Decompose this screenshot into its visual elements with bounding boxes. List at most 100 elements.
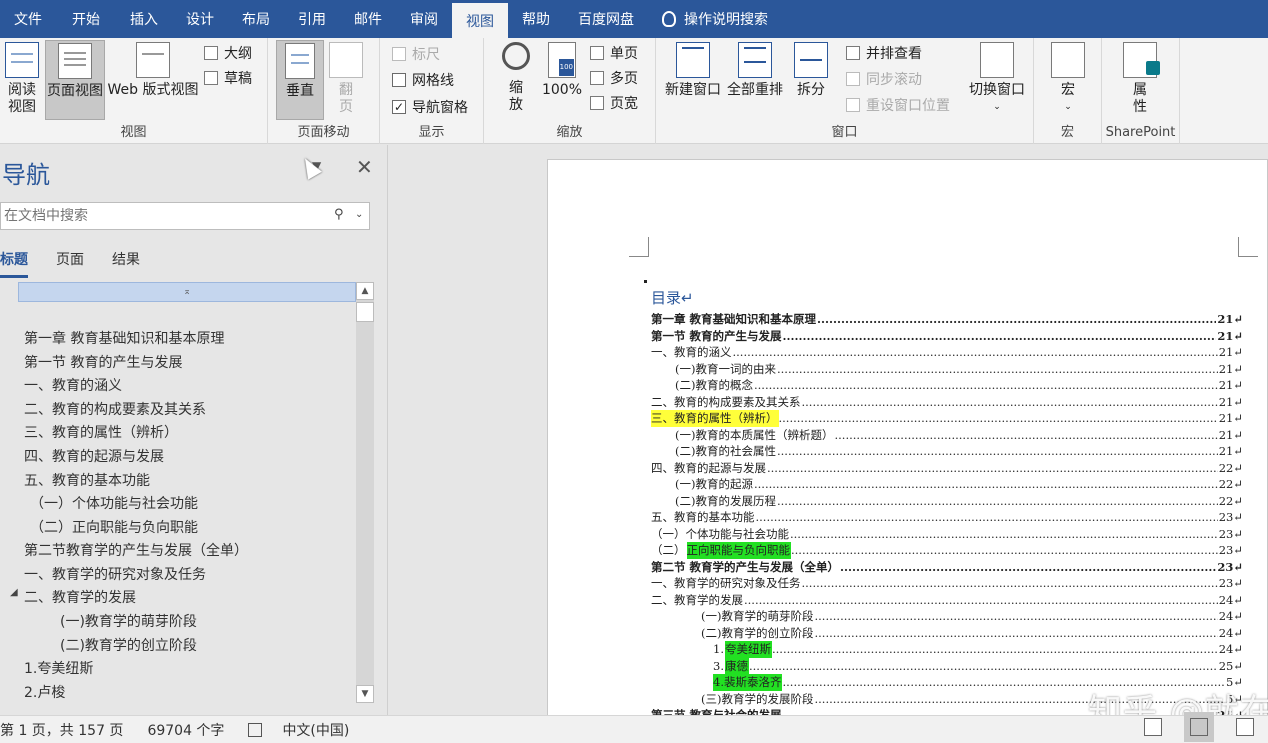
scroll-down-arrow-icon[interactable]: ▼: [356, 685, 374, 703]
toc-entry[interactable]: (一)教育的起源22↵: [651, 476, 1243, 493]
language-indicator[interactable]: 中文(中国): [282, 720, 349, 740]
reset-window-position-button[interactable]: 重设窗口位置: [846, 94, 950, 116]
sync-scroll-button[interactable]: 同步滚动: [846, 68, 922, 90]
heading-item[interactable]: 四、教育的起源与发展: [24, 446, 164, 466]
read-mode-icon[interactable]: [1144, 718, 1162, 736]
tab-help[interactable]: 帮助: [508, 0, 564, 38]
heading-item[interactable]: 第一章 教育基础知识和基本原理: [24, 328, 224, 348]
page-count[interactable]: 第 1 页，共 157 页: [0, 720, 123, 740]
web-layout-button[interactable]: Web 版式视图: [107, 42, 199, 99]
scroll-up-arrow-icon[interactable]: ▲: [356, 282, 374, 300]
toc-entry[interactable]: 一、教育的涵义21↵: [651, 344, 1243, 361]
search-input[interactable]: [4, 208, 324, 224]
tab-home[interactable]: 开始: [56, 0, 116, 38]
search-icon[interactable]: ⚲: [334, 207, 344, 222]
draft-button[interactable]: 草稿: [204, 67, 252, 89]
tab-headings[interactable]: 标题: [0, 249, 28, 278]
tab-view[interactable]: 视图: [452, 3, 508, 38]
properties-button[interactable]: 属 性: [1122, 42, 1160, 116]
toc-entry[interactable]: 二、教育的构成要素及其关系21↵: [651, 394, 1243, 411]
toc-entry[interactable]: 二、教育学的发展24↵: [651, 592, 1243, 609]
heading-item[interactable]: 五、教育的基本功能: [24, 470, 150, 490]
close-icon[interactable]: ✕: [356, 155, 373, 179]
toc-entry[interactable]: (一)教育的本质属性（辨析题）21↵: [651, 427, 1243, 444]
tab-references[interactable]: 引用: [284, 0, 340, 38]
toc-entry-highlighted[interactable]: 1.夸美纽斯24↵: [651, 641, 1243, 658]
heading-item[interactable]: ◢ 二、教育学的发展: [10, 587, 136, 607]
expanded-triangle-icon[interactable]: ◢: [10, 587, 18, 598]
toc-entry[interactable]: 第一节 教育的产生与发展21↵: [651, 328, 1243, 345]
tab-mailings[interactable]: 邮件: [340, 0, 396, 38]
document-area: 目录↵ 第一章 教育基础知识和基本原理21↵ 第一节 教育的产生与发展21↵ 一…: [389, 145, 1268, 715]
heading-item[interactable]: 1.夸美纽斯: [24, 658, 93, 678]
scrollbar-thumb[interactable]: [356, 302, 374, 322]
proofing-icon[interactable]: [248, 722, 263, 737]
print-layout-icon[interactable]: [1184, 712, 1214, 742]
tab-results[interactable]: 结果: [112, 249, 140, 278]
tab-file[interactable]: 文件: [0, 0, 56, 38]
ruler-check-box: [392, 47, 406, 61]
tab-baidu-netdisk[interactable]: 百度网盘: [564, 0, 648, 38]
one-page-button[interactable]: 单页: [590, 42, 638, 64]
toc-entry-highlighted[interactable]: （二）正向职能与负向职能23↵: [651, 542, 1243, 559]
heading-item[interactable]: （一）个体功能与社会功能: [30, 493, 198, 513]
toc-entry-highlighted[interactable]: 3.康德25↵: [651, 657, 1243, 675]
tab-review[interactable]: 审阅: [396, 0, 452, 38]
side-to-side-button[interactable]: 翻 页: [328, 42, 364, 116]
navigation-pane-checkbox[interactable]: ✓ 导航窗格: [392, 96, 468, 118]
toc-entry-highlighted[interactable]: 三、教育的属性（辨析）21↵: [651, 410, 1243, 427]
split-button[interactable]: 拆分: [790, 42, 832, 99]
tab-pages[interactable]: 页面: [56, 249, 84, 278]
tell-me-search[interactable]: 操作说明搜索: [648, 0, 782, 38]
toc-entry[interactable]: 四、教育的起源与发展22↵: [651, 460, 1243, 477]
macros-button[interactable]: 宏 ⌄: [1050, 42, 1086, 116]
tab-layout[interactable]: 布局: [228, 0, 284, 38]
one-page-icon: [590, 46, 604, 60]
heading-item[interactable]: 三、教育的属性（辨析）: [24, 422, 178, 442]
toc-entry[interactable]: (二)教育的发展历程22↵: [651, 493, 1243, 510]
gridlines-checkbox[interactable]: 网格线: [392, 69, 454, 91]
heading-item[interactable]: (一)教育学的萌芽阶段: [60, 611, 197, 631]
toc-entry[interactable]: (二)教育的概念21↵: [651, 377, 1243, 394]
view-side-by-side-button[interactable]: 并排查看: [846, 42, 922, 64]
toc-entry[interactable]: 五、教育的基本功能23↵: [651, 509, 1243, 526]
toc-entry[interactable]: (二)教育的社会属性21↵: [651, 443, 1243, 460]
heading-item[interactable]: 第一节 教育的产生与发展: [24, 352, 182, 372]
heading-item[interactable]: (二)教育学的创立阶段: [60, 635, 197, 655]
heading-item[interactable]: 一、教育学的研究对象及任务: [24, 564, 206, 584]
heading-list-scrollbar[interactable]: ▲ ▼: [356, 282, 374, 703]
web-layout-icon[interactable]: [1236, 718, 1254, 736]
zoom-100-button[interactable]: 100 100%: [540, 42, 584, 99]
heading-item[interactable]: （二）正向职能与负向职能: [30, 517, 198, 537]
heading-item[interactable]: 二、教育的构成要素及其关系: [24, 399, 206, 419]
zoom-button[interactable]: 缩 放: [498, 42, 534, 114]
new-window-button[interactable]: 新建窗口: [664, 42, 722, 99]
read-mode-button[interactable]: 阅读 视图: [4, 42, 40, 116]
print-layout-button[interactable]: 页面视图: [45, 40, 105, 120]
outline-button[interactable]: 大纲: [204, 42, 252, 64]
multiple-pages-button[interactable]: 多页: [590, 67, 638, 89]
tab-insert[interactable]: 插入: [116, 0, 172, 38]
document-search-box[interactable]: ⚲ ⌄: [0, 202, 370, 230]
heading-item[interactable]: 2.卢梭: [24, 682, 65, 702]
toc-entry[interactable]: (一)教育一词的由来21↵: [651, 361, 1243, 378]
toc-entry[interactable]: (二)教育学的创立阶段24↵: [651, 625, 1243, 642]
document-page[interactable]: 目录↵ 第一章 教育基础知识和基本原理21↵ 第一节 教育的产生与发展21↵ 一…: [547, 159, 1268, 715]
toc-entry[interactable]: (一)教育学的萌芽阶段24↵: [651, 608, 1243, 625]
toc-entry[interactable]: 第二节 教育学的产生与发展（全单）23↵: [651, 559, 1243, 576]
word-count[interactable]: 69704 个字: [147, 720, 224, 740]
chevron-down-icon[interactable]: ⌄: [355, 209, 363, 220]
toc-entry[interactable]: 第一章 教育基础知识和基本原理21↵: [651, 311, 1243, 328]
tab-design[interactable]: 设计: [172, 0, 228, 38]
page-width-button[interactable]: 页宽: [590, 92, 638, 114]
arrange-all-button[interactable]: 全部重排: [726, 42, 784, 99]
heading-item[interactable]: 第二节教育学的产生与发展（全单）: [24, 540, 248, 560]
toc-entry[interactable]: （一）个体功能与社会功能23↵: [651, 526, 1243, 543]
ruler-checkbox[interactable]: 标尺: [392, 43, 440, 65]
toc-entry[interactable]: 一、教育学的研究对象及任务23↵: [651, 575, 1243, 592]
selected-heading-placeholder[interactable]: ⌅: [18, 282, 356, 302]
switch-windows-icon: [980, 42, 1014, 78]
switch-windows-button[interactable]: 切换窗口 ⌄: [964, 42, 1030, 116]
heading-item[interactable]: 一、教育的涵义: [24, 375, 122, 395]
vertical-button[interactable]: 垂直: [276, 40, 324, 120]
